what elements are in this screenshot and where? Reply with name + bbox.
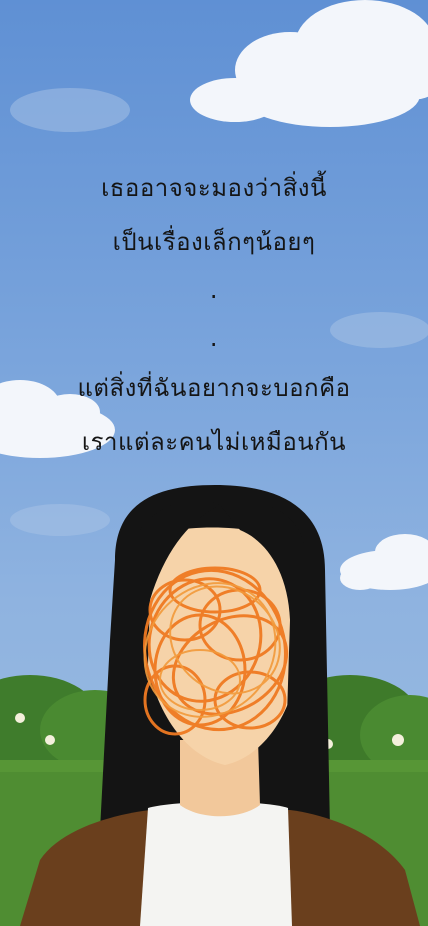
shirt — [140, 802, 292, 926]
illustration-scene: เธออาจจะมองว่าสิ่งนี้ เป็นเรื่องเล็กๆน้อ… — [0, 0, 428, 926]
landscape-figure — [0, 485, 428, 926]
